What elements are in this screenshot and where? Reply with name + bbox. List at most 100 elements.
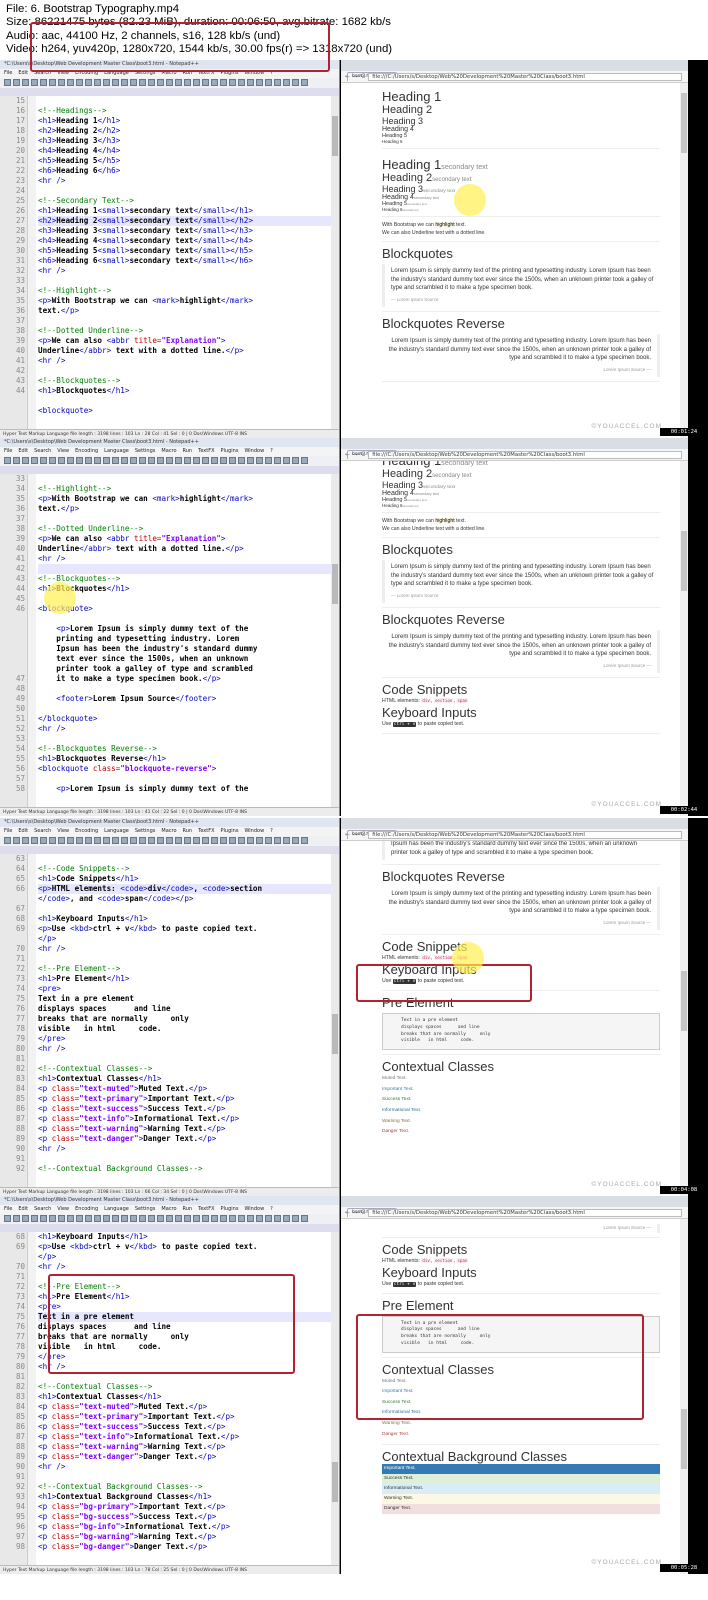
code-line[interactable]: <p class="bg-primary">Important Text.</p… (38, 1502, 331, 1512)
toolbar-icon[interactable] (292, 457, 299, 464)
toolbar-icon[interactable] (67, 837, 74, 844)
toolbar-icon[interactable] (94, 837, 101, 844)
toolbar-icon[interactable] (238, 79, 245, 86)
toolbar-icon[interactable] (166, 837, 173, 844)
toolbar-icon[interactable] (148, 837, 155, 844)
address-bar[interactable]: file:///C:/Users/s/Desktop/Web%20Develop… (368, 72, 682, 81)
toolbar-icon[interactable] (202, 1215, 209, 1222)
toolbar-icon[interactable] (256, 79, 263, 86)
toolbar-icon[interactable] (247, 1215, 254, 1222)
code-line[interactable]: <h1>Code Snippets</h1> (38, 874, 331, 884)
toolbar-icon[interactable] (49, 457, 56, 464)
code-line[interactable]: <!--Contextual Classes--> (38, 1064, 331, 1074)
toolbar-icon[interactable] (130, 79, 137, 86)
code-line[interactable]: <!--Contextual Background Classes--> (38, 1482, 331, 1492)
toolbar-icon[interactable] (112, 837, 119, 844)
toolbar-icon[interactable] (130, 1215, 137, 1222)
toolbar-icon[interactable] (292, 837, 299, 844)
toolbar-icon[interactable] (13, 1215, 20, 1222)
toolbar-icon[interactable] (94, 79, 101, 86)
code-line[interactable]: printing and typesetting industry. Lorem (38, 634, 331, 644)
code-line[interactable]: <p>Use <kbd>ctrl + v</kbd> to paste copi… (38, 924, 331, 934)
menu-item[interactable]: Encoding (75, 448, 98, 454)
toolbar-icon[interactable] (265, 79, 272, 86)
code-line[interactable]: <blockquote> (38, 604, 331, 614)
menu-item[interactable]: Edit (18, 1206, 28, 1212)
code-line[interactable]: <hr /> (38, 356, 331, 366)
toolbar-icon[interactable] (31, 79, 38, 86)
code-line[interactable]: <blockquote> (38, 406, 331, 416)
code-line[interactable]: <p>With Bootstrap we can <mark>highlight… (38, 296, 331, 306)
code-line[interactable]: <!--Blockquotes--> (38, 574, 331, 584)
toolbar-icon[interactable] (40, 1215, 47, 1222)
code-line[interactable]: <p class="text-warning">Warning Text.</p… (38, 1124, 331, 1134)
code-line[interactable]: <h1>Heading 1</h1> (38, 116, 331, 126)
code-line[interactable]: <h5>Heading 5</h5> (38, 156, 331, 166)
toolbar-icon[interactable] (103, 79, 110, 86)
toolbar-icon[interactable] (58, 457, 65, 464)
reload-icon[interactable]: C (361, 1209, 365, 1216)
toolbar-icon[interactable] (85, 457, 92, 464)
toolbar-icon[interactable] (238, 837, 245, 844)
toolbar-icon[interactable] (121, 79, 128, 86)
toolbar-icon[interactable] (283, 79, 290, 86)
back-icon[interactable]: ← (345, 1209, 350, 1216)
toolbar-icon[interactable] (256, 1215, 263, 1222)
toolbar-icon[interactable] (274, 1215, 281, 1222)
editor-scrollbar[interactable] (331, 854, 339, 1187)
forward-icon[interactable]: → (353, 1209, 358, 1216)
toolbar-icon[interactable] (139, 79, 146, 86)
menu-item[interactable]: File (4, 828, 12, 834)
code-line[interactable] (38, 366, 331, 376)
menu-item[interactable]: Run (183, 1206, 193, 1212)
toolbar-icon[interactable] (85, 837, 92, 844)
code-editor[interactable]: 15 16 17 18 19 20 21 22 23 24 25 26 27 28 29 30 31 32 33 34… (0, 96, 339, 429)
toolbar-icon[interactable] (220, 79, 227, 86)
toolbar-icon[interactable] (247, 457, 254, 464)
code-line[interactable]: <!--Contextual Classes--> (38, 1382, 331, 1392)
scroll-thumb[interactable] (332, 116, 338, 156)
toolbar-icon[interactable] (301, 837, 308, 844)
toolbar-icon[interactable] (76, 1215, 83, 1222)
menu-item[interactable]: Plugins (221, 448, 239, 454)
code-area[interactable]: <!--Code Snippets--> <h1>Code Snippets</h… (38, 854, 331, 1187)
code-line[interactable]: <h1>Contextual Classes</h1> (38, 1392, 331, 1402)
code-line[interactable]: </p> (38, 1252, 331, 1262)
toolbar-icon[interactable] (130, 457, 137, 464)
toolbar-icon[interactable] (301, 79, 308, 86)
toolbar-icon[interactable] (184, 837, 191, 844)
toolbar-icon[interactable] (13, 79, 20, 86)
menu-item[interactable]: Edit (18, 70, 28, 76)
code-line[interactable]: <footer>Lorem Ipsum Source</footer> (38, 694, 331, 704)
scroll-thumb[interactable] (681, 971, 687, 1031)
menu-item[interactable]: Edit (18, 448, 28, 454)
code-line[interactable]: <!--Secondary Text--> (38, 196, 331, 206)
code-line[interactable] (38, 1054, 331, 1064)
toolbar-icon[interactable] (283, 1215, 290, 1222)
code-line[interactable]: </pre> (38, 1034, 331, 1044)
code-line[interactable]: <hr /> (38, 1044, 331, 1054)
toolbar-icon[interactable] (139, 1215, 146, 1222)
code-line[interactable] (38, 474, 331, 484)
code-line[interactable]: text.</p> (38, 306, 331, 316)
scroll-thumb[interactable] (681, 1409, 687, 1469)
menu-item[interactable]: Encoding (75, 1206, 98, 1212)
toolbar-icon[interactable] (112, 457, 119, 464)
scroll-thumb[interactable] (332, 564, 338, 604)
code-line[interactable]: <p>We can also <abbr title="Explanation"… (38, 534, 331, 544)
code-line[interactable]: <h1>Keyboard Inputs</h1> (38, 1232, 331, 1242)
code-line[interactable]: <p class="bg-success">Success Text.</p> (38, 1512, 331, 1522)
code-line[interactable] (38, 1154, 331, 1164)
code-line[interactable]: displays spaces and line (38, 1004, 331, 1014)
toolbar-icon[interactable] (184, 79, 191, 86)
code-line[interactable]: <p class="text-info">Informational Text.… (38, 1114, 331, 1124)
toolbar-icon[interactable] (130, 837, 137, 844)
code-line[interactable]: <blockquote class="blockquote-reverse"> (38, 764, 331, 774)
code-line[interactable]: text.</p> (38, 504, 331, 514)
code-line[interactable]: <h3>Heading 3</h3> (38, 136, 331, 146)
code-line[interactable]: </p> (38, 934, 331, 944)
toolbar-icon[interactable] (301, 457, 308, 464)
code-line[interactable] (38, 186, 331, 196)
toolbar-icon[interactable] (76, 457, 83, 464)
toolbar-icon[interactable] (76, 79, 83, 86)
